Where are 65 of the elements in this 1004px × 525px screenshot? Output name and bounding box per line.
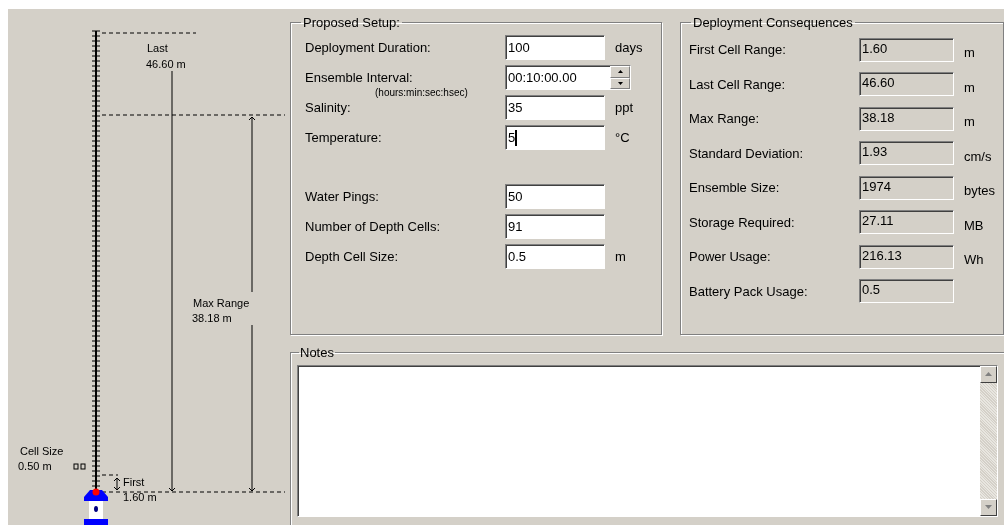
group-title: Proposed Setup:	[302, 14, 401, 32]
result-field: 216.13	[859, 244, 954, 269]
cell-size-value: 0.50 m	[18, 460, 52, 472]
result-field: 46.60	[859, 72, 954, 97]
down-icon	[985, 505, 992, 509]
result-label: First Cell Range:	[689, 41, 787, 59]
result-field: 38.18	[859, 106, 954, 131]
time-spinner[interactable]: 00:10:00.00	[505, 65, 631, 90]
group-title: Notes	[299, 344, 335, 362]
unit-label: days	[615, 38, 643, 57]
result-label: Last Cell Range:	[689, 75, 787, 94]
input-field[interactable]: 91	[505, 214, 605, 239]
unit-label: MB	[964, 216, 984, 235]
input-field[interactable]: 35	[505, 95, 605, 120]
down-icon	[617, 81, 623, 85]
unit-label: °C	[615, 128, 630, 147]
result-field: 0.5	[859, 279, 954, 304]
result-label: Power Usage:	[689, 248, 772, 266]
scroll-up-button[interactable]	[980, 365, 997, 383]
field-label: Water Pings:	[304, 187, 380, 206]
range-label: Max Range	[193, 297, 250, 309]
scrollbar[interactable]	[980, 365, 997, 516]
input-field[interactable]: 0.5	[505, 244, 605, 269]
unit-label: m	[964, 113, 975, 131]
spin-down-button[interactable]	[610, 77, 630, 89]
result-label: Max Range:	[689, 110, 761, 128]
result-label: Standard Deviation:	[689, 144, 805, 163]
result-field: 1.93	[859, 141, 954, 166]
unit-label: Wh	[964, 251, 984, 269]
result-field: 1974	[859, 175, 954, 200]
field-label: Ensemble Interval:	[304, 68, 414, 87]
input-field[interactable]: 50	[505, 184, 605, 209]
scroll-down-button[interactable]	[980, 498, 997, 516]
unit-label: bytes	[964, 182, 996, 200]
group-title: Deployment Consequences	[692, 14, 854, 32]
field-label: Salinity:	[304, 98, 352, 117]
range-value: 1.60 m	[123, 491, 157, 503]
field-label: Deployment Duration:	[304, 38, 432, 57]
result-field: 27.11	[859, 210, 954, 235]
unit-label: m	[964, 78, 975, 97]
unit-label: cm/s	[964, 147, 992, 166]
input-field[interactable]: 100	[505, 35, 605, 60]
range-label: First	[123, 476, 145, 488]
unit-label: m	[615, 247, 626, 266]
up-icon	[985, 372, 992, 376]
range-value: 46.60 m	[146, 58, 186, 70]
unit-label: m	[964, 44, 975, 62]
cell-size-label: Cell Size	[20, 445, 64, 457]
range-value: 38.18 m	[192, 312, 232, 324]
result-label: Ensemble Size:	[689, 179, 781, 197]
field-label: Temperature:	[304, 128, 383, 147]
input-field[interactable]: 5	[505, 125, 605, 150]
result-label: Storage Required:	[689, 213, 796, 232]
unit-label: ppt	[615, 98, 634, 117]
instrument-icon	[84, 488, 108, 525]
field-label: Number of Depth Cells:	[304, 217, 442, 236]
field-label: Depth Cell Size:	[304, 247, 400, 266]
range-label: Last	[147, 42, 168, 54]
cell-size-icon	[73, 463, 86, 470]
spin-up-button[interactable]	[610, 66, 630, 78]
notes-field[interactable]	[297, 364, 998, 517]
result-label: Battery Pack Usage:	[689, 282, 809, 301]
up-icon	[617, 70, 623, 74]
format-hint: (hours:min:sec:hsec)	[375, 85, 468, 100]
result-field: 1.60	[859, 37, 954, 62]
